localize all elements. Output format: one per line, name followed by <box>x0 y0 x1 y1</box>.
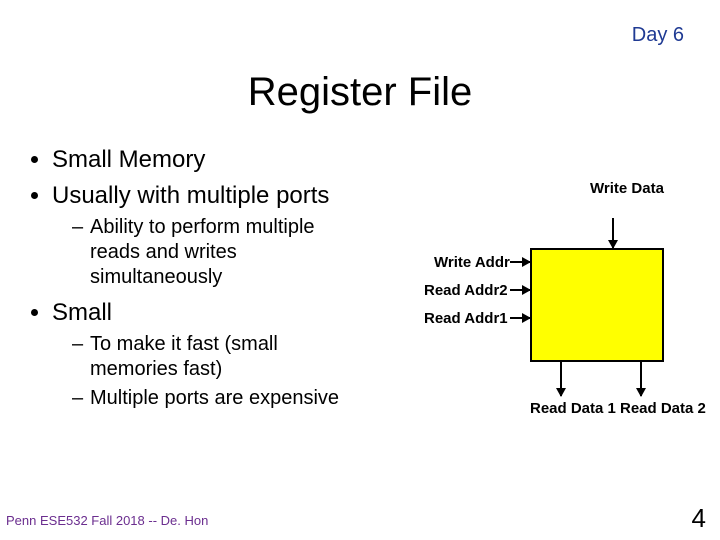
bullet-small: Small To make it fast (small memories fa… <box>52 298 370 411</box>
subbullet-expensive: Multiple ports are expensive <box>72 386 370 411</box>
bullet-small-text: Small <box>52 299 112 326</box>
bullet-multiple-ports: Usually with multiple ports Ability to p… <box>52 181 370 290</box>
slide-title: Register File <box>0 70 720 115</box>
register-file-diagram: Write Data Write Addr Read Addr2 Read Ad… <box>370 178 700 458</box>
register-file-box <box>530 248 664 362</box>
bullet-small-memory: Small Memory <box>52 145 370 175</box>
bullet-multiple-ports-text: Usually with multiple ports <box>52 182 329 209</box>
arrow-read-data1 <box>560 360 562 396</box>
label-read-addr2: Read Addr2 <box>424 282 508 299</box>
label-write-addr: Write Addr <box>434 254 510 271</box>
content-body: Small Memory Usually with multiple ports… <box>30 145 370 419</box>
arrow-read-data2 <box>640 360 642 396</box>
arrow-write-data <box>612 218 614 248</box>
label-read-addr1: Read Addr1 <box>424 310 508 327</box>
arrow-read-addr1 <box>510 317 530 319</box>
day-label: Day 6 <box>632 24 684 47</box>
label-write-data: Write Data <box>590 180 664 197</box>
arrow-read-addr2 <box>510 289 530 291</box>
arrow-write-addr <box>510 261 530 263</box>
subbullet-fast: To make it fast (small memories fast) <box>72 332 370 382</box>
label-read-data2: Read Data 2 <box>620 400 706 417</box>
label-read-data1: Read Data 1 <box>530 400 616 417</box>
slide: Day 6 Register File Small Memory Usually… <box>0 0 720 540</box>
footer-text: Penn ESE532 Fall 2018 -- De. Hon <box>6 513 208 528</box>
subbullet-simultaneous: Ability to perform multiple reads and wr… <box>72 215 370 290</box>
page-number: 4 <box>692 503 706 534</box>
